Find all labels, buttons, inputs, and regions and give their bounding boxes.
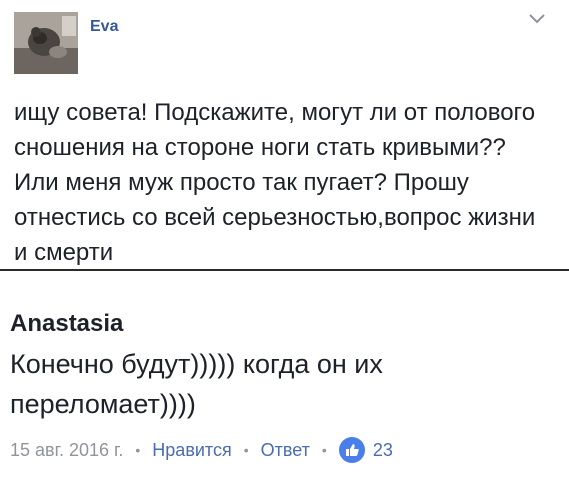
comment-author-name[interactable]: Anastasia	[10, 310, 123, 338]
avatar[interactable]	[14, 12, 78, 74]
comment-text: Конечно будут))))) когда он их переломае…	[10, 349, 383, 419]
like-count[interactable]: 23	[373, 440, 393, 461]
comment-date[interactable]: 15 авг. 2016 г.	[10, 440, 123, 461]
comment: Anastasia Конечно будут))))) когда он их…	[0, 272, 569, 480]
thumbs-up-icon[interactable]	[338, 437, 365, 463]
divider	[0, 269, 569, 271]
like-link[interactable]: Нравится	[152, 440, 231, 461]
post-text: ищу совета! Подскажите, могут ли от поло…	[14, 99, 536, 266]
separator-dot: •	[243, 442, 249, 458]
separator-dot: •	[135, 442, 141, 458]
comment-meta: 15 авг. 2016 г. • Нравится • Ответ • 23	[10, 436, 393, 464]
post-author-name[interactable]: Eva	[90, 18, 118, 36]
chevron-down-icon[interactable]	[528, 12, 546, 26]
separator-dot: •	[321, 442, 327, 458]
post: Eva ищу совета! Подскажите, могут ли от …	[0, 0, 569, 268]
reply-link[interactable]: Ответ	[261, 440, 310, 461]
